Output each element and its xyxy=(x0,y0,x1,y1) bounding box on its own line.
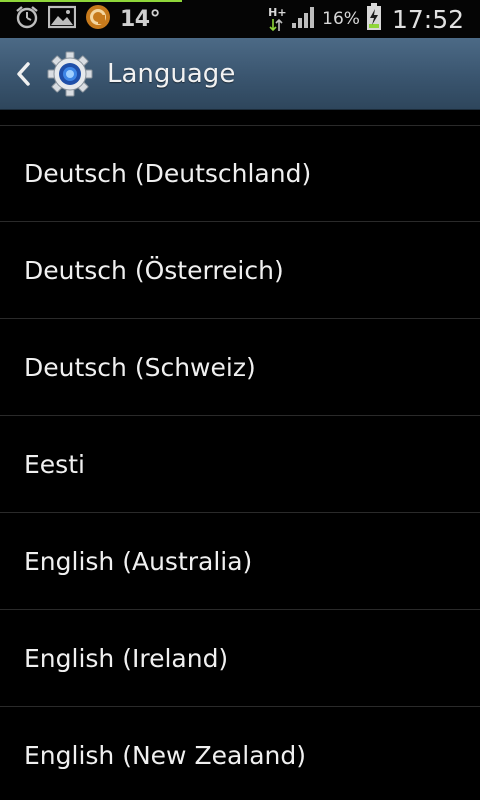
network-type-text: H+ xyxy=(268,5,287,19)
clock-text: 17:52 xyxy=(391,4,464,34)
language-item-label: Deutsch (Deutschland) xyxy=(24,159,312,188)
status-bar-system: H+ 16% 17:52 xyxy=(268,3,464,35)
language-list: Deutsch (Deutschland) Deutsch (Österreic… xyxy=(0,110,480,800)
notification-progress-line xyxy=(0,0,182,2)
language-item-label: English (Australia) xyxy=(24,547,253,576)
chevron-left-icon xyxy=(17,62,30,86)
status-bar-notifications: 14° xyxy=(14,3,161,35)
language-item-label: English (Ireland) xyxy=(24,644,229,673)
language-item-deutsch-oesterreich[interactable]: Deutsch (Österreich) xyxy=(0,223,480,319)
language-item-label: English (New Zealand) xyxy=(24,741,307,770)
language-item-deutsch-schweiz[interactable]: Deutsch (Schweiz) xyxy=(0,320,480,416)
language-item-english-ireland[interactable]: English (Ireland) xyxy=(0,611,480,707)
battery-percent-text: 16% xyxy=(322,9,360,29)
data-transfer-icon: H+ xyxy=(268,5,287,32)
language-item-label: Eesti xyxy=(24,450,85,479)
language-item-label: Deutsch (Österreich) xyxy=(24,256,284,285)
status-bar: 14° H+ 16% 17:52 xyxy=(0,0,480,38)
language-item-eesti[interactable]: Eesti xyxy=(0,417,480,513)
signal-icon xyxy=(290,4,316,34)
weather-app-icon xyxy=(84,3,112,35)
page-title: Language xyxy=(107,59,236,89)
gallery-icon xyxy=(47,5,77,33)
language-item-english-new-zealand[interactable]: English (New Zealand) xyxy=(0,708,480,800)
back-button[interactable] xyxy=(8,56,38,92)
language-item-english-australia[interactable]: English (Australia) xyxy=(0,514,480,610)
action-bar: Language xyxy=(0,38,480,110)
language-item-deutsch-deutschland[interactable]: Deutsch (Deutschland) xyxy=(0,126,480,222)
battery-charging-icon xyxy=(366,3,382,35)
language-item-label: Deutsch (Schweiz) xyxy=(24,353,256,382)
temperature-text: 14° xyxy=(120,6,161,32)
alarm-icon xyxy=(14,4,40,34)
language-settings-screen: 14° H+ 16% 17:52 Language Deutsch (Deuts… xyxy=(0,0,480,800)
settings-gear-icon[interactable] xyxy=(45,50,95,98)
